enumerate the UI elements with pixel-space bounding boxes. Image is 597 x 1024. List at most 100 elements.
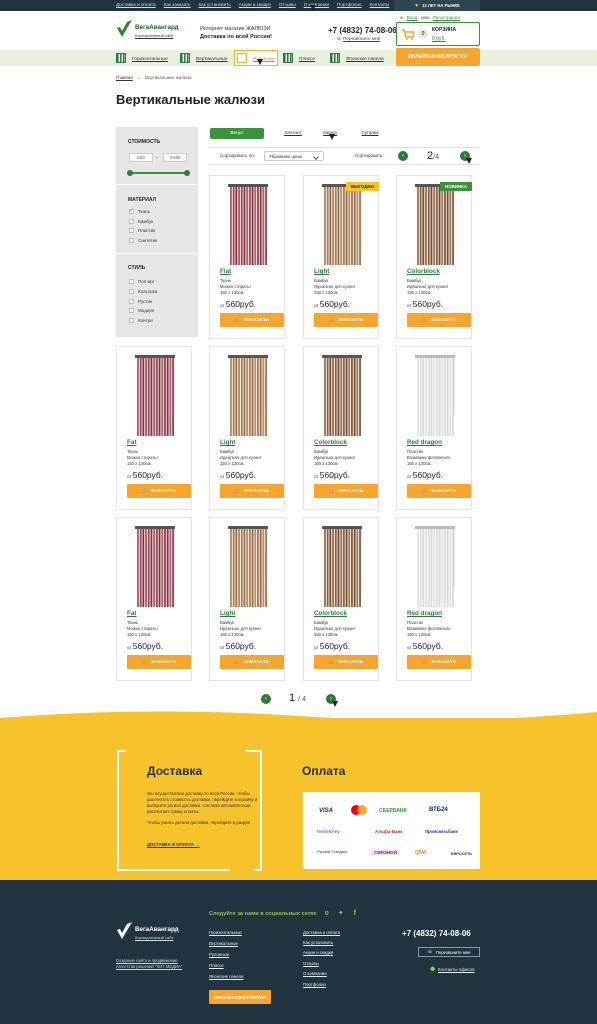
footer-link[interactable]: Как установить <box>303 940 333 945</box>
nav-item-pleated[interactable]: Плиссе <box>283 50 325 66</box>
footer-link[interactable]: Акции и скидки <box>303 950 333 955</box>
material-checkbox[interactable]: Бамбук <box>129 219 153 224</box>
footer-link[interactable]: Плиссе <box>209 963 224 968</box>
footer-link[interactable]: Портфолио <box>303 982 326 987</box>
price-to-input[interactable]: 3 500 <box>163 153 187 162</box>
product-title[interactable]: Fat <box>127 439 136 446</box>
product-card[interactable]: Fat Ткань Можно стирать! 150 х 130см. от 560… <box>116 346 192 510</box>
product-image[interactable] <box>415 355 455 439</box>
delivery-link[interactable]: ДОСТАВКА И ОПЛАТА → <box>147 842 199 847</box>
callback-link[interactable]: ☏ Перезвоните мне <box>336 36 380 42</box>
prev-page-button[interactable]: ‹ <box>398 151 408 161</box>
product-card[interactable]: Flat Ткань Можно стирать! 150 х 130см. от 56… <box>209 175 285 339</box>
material-checkbox[interactable]: Пластик <box>129 228 155 233</box>
product-title[interactable]: Light <box>220 439 235 446</box>
facebook-icon[interactable]: f <box>351 910 359 918</box>
twitter-icon[interactable]: ✦ <box>337 910 345 918</box>
product-image[interactable] <box>228 526 268 610</box>
top-nav-link[interactable]: Портфолио <box>337 2 361 7</box>
product-title[interactable]: Red dragon <box>407 610 442 617</box>
product-image[interactable] <box>228 184 268 268</box>
product-card[interactable]: Colorblock Бамбук Идеально для кухни! 150 х… <box>303 346 379 510</box>
login-link[interactable]: Вход <box>407 15 417 20</box>
order-button[interactable]: 🛒 ЗАКАЗАТЬ <box>127 655 191 669</box>
footer-map-link[interactable]: ⬤ Контакты офисов <box>430 966 475 972</box>
footer-link[interactable]: Доставка и оплата <box>303 930 340 935</box>
product-title[interactable]: Red dragon <box>407 439 442 446</box>
product-card[interactable]: Red dragon Пластик Возможно фотопечать 150 … <box>396 517 472 681</box>
top-nav-link[interactable]: О компании <box>304 2 329 7</box>
order-button[interactable]: 🛒 ЗАКАЗАТЬ <box>314 655 378 669</box>
nav-item-vertical[interactable]: Вертикальные <box>180 50 232 66</box>
register-link[interactable]: Регистрация <box>433 15 460 20</box>
product-title[interactable]: Fat <box>127 610 136 617</box>
product-card[interactable]: Red dragon Пластик Возможно фотопечать 150 … <box>396 346 472 510</box>
breadcrumb-home[interactable]: Главная <box>116 75 133 80</box>
footer-link[interactable]: Горизонтальные <box>209 930 242 935</box>
product-image[interactable] <box>415 526 455 610</box>
product-title[interactable]: Colorblock <box>407 268 440 275</box>
order-button[interactable]: 🛒 ЗАКАЗАТЬ <box>220 655 284 669</box>
order-button[interactable]: 🛒 ЗАКАЗАТЬ <box>407 484 471 498</box>
style-checkbox[interactable]: Поп-арт <box>129 279 155 284</box>
vk-icon[interactable]: ʋ <box>323 910 331 918</box>
footer-link[interactable]: Японские панели <box>209 974 243 979</box>
online-constructor-button[interactable]: ОНЛАЙН-КОНСТРУКТОР <box>396 48 480 66</box>
footer-link[interactable]: О компании <box>303 971 327 976</box>
product-image[interactable] <box>135 355 175 439</box>
order-button[interactable]: 🛒 ЗАКАЗАТЬ <box>407 313 471 327</box>
product-card[interactable]: Colorblock Бамбук Идеально для кухни! 150 х… <box>303 517 379 681</box>
product-image[interactable] <box>322 184 362 268</box>
style-checkbox[interactable]: Классика <box>129 289 157 294</box>
top-nav-link[interactable]: Как заказать <box>164 2 191 7</box>
tab-suprim[interactable]: Суприм <box>358 128 382 139</box>
nav-item-horizontal[interactable]: Горизонтальные <box>116 50 176 66</box>
product-title[interactable]: Light <box>314 268 329 275</box>
footer-link[interactable]: Отзывы <box>303 961 319 966</box>
order-button[interactable]: 🛒 ЗАКАЗАТЬ <box>127 484 191 498</box>
product-card[interactable]: Light Бамбук Идеально для кухни! 150 х 130с… <box>303 175 379 339</box>
style-checkbox[interactable]: Контри <box>129 318 153 323</box>
footer-link[interactable]: Рулонные <box>209 952 229 957</box>
style-checkbox[interactable]: Рустик <box>129 299 152 304</box>
pager-prev-button[interactable]: ‹ <box>261 694 271 704</box>
product-card[interactable]: Colorblock Бамбук Идеально для кухни! 150 х… <box>396 175 472 339</box>
style-checkbox[interactable]: Модерн <box>129 308 154 313</box>
top-nav-link[interactable]: Как установить <box>199 2 231 7</box>
order-button[interactable]: 🛒 ЗАКАЗАТЬ <box>314 313 378 327</box>
product-image[interactable] <box>415 184 455 268</box>
product-title[interactable]: Colorblock <box>314 610 347 617</box>
product-title[interactable]: Light <box>220 610 235 617</box>
material-checkbox[interactable]: Синтетик <box>129 238 157 243</box>
product-image[interactable] <box>135 526 175 610</box>
top-nav-link[interactable]: Доставка и оплата <box>116 2 156 7</box>
range-handle-min[interactable] <box>127 170 133 176</box>
product-card[interactable]: Fat Ткань Можно стирать! 150 х 130см. от 560… <box>116 517 192 681</box>
product-image[interactable] <box>228 355 268 439</box>
price-from-input[interactable]: 520 <box>129 153 153 162</box>
product-card[interactable]: Light Бамбук Идеально для кухни! 150 х 130с… <box>209 346 285 510</box>
nav-item-japanese[interactable]: Японские панели <box>330 50 392 66</box>
product-image[interactable] <box>322 355 362 439</box>
tab-venus[interactable]: Венус <box>210 128 264 139</box>
product-image[interactable] <box>322 526 362 610</box>
order-button[interactable]: 🛒 ЗАКАЗАТЬ <box>220 313 284 327</box>
order-button[interactable]: 🛒 ЗАКАЗАТЬ <box>314 484 378 498</box>
order-button[interactable]: 🛒 ЗАКАЗАТЬ <box>407 655 471 669</box>
footer-constructor-button[interactable]: ОНЛАЙН-КОНСТРУКТОР <box>209 990 271 1004</box>
range-handle-max[interactable] <box>184 170 190 176</box>
material-checkbox[interactable]: ✓ Ткань <box>129 209 150 214</box>
tab-elegant[interactable]: Элегант <box>280 128 306 139</box>
product-title[interactable]: Flat <box>220 268 231 275</box>
top-nav-link[interactable]: Контакты <box>369 2 389 7</box>
product-card[interactable]: Light Бамбук Идеально для кухни! 150 х 130с… <box>209 517 285 681</box>
logo[interactable]: ВегаАвангард Корпоративный сайт <box>116 19 186 41</box>
cart-widget[interactable]: 0 КОРЗИНА 0 руб. <box>396 22 480 46</box>
nav-item-roller[interactable]: Рулонные <box>234 50 278 66</box>
footer-callback-button[interactable]: ☏ Перезвоните мне <box>418 947 480 957</box>
price-range-slider[interactable] <box>127 170 190 176</box>
top-nav-link[interactable]: Отзывы <box>279 2 296 7</box>
top-nav-link[interactable]: Акции и скидки <box>239 2 271 7</box>
product-title[interactable]: Colorblock <box>314 439 347 446</box>
sort-select[interactable]: Убыванию цены <box>264 151 324 161</box>
